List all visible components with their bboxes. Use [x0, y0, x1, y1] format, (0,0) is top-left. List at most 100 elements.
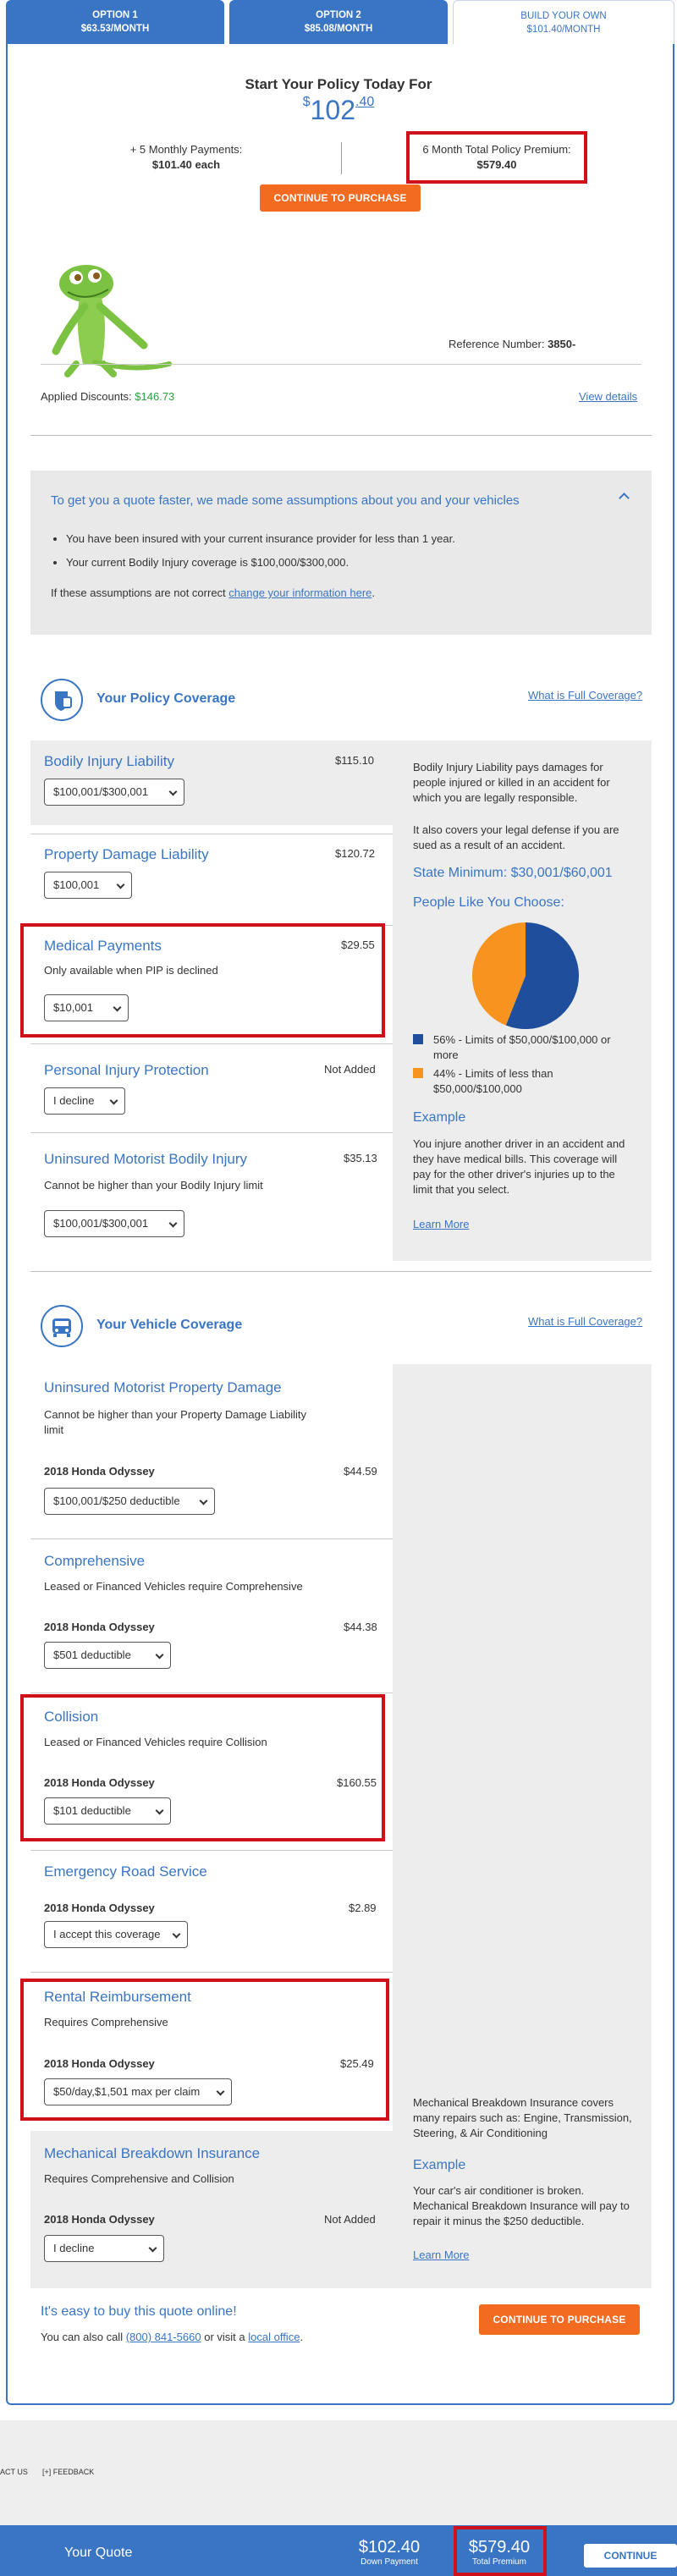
reference-label: Reference Number:	[449, 338, 545, 350]
feedback-link[interactable]: [+] FEEDBACK	[42, 2468, 94, 2476]
vehicle-coverage-heading: Your Vehicle Coverage	[96, 1318, 243, 1332]
collision-select[interactable]: $101 deductible	[44, 1797, 171, 1825]
contact-line: You can also call (800) 841-5660 or visi…	[41, 2330, 303, 2345]
assumptions-title: To get you a quote faster, we made some …	[51, 493, 520, 508]
chevron-down-icon	[148, 2243, 157, 2253]
monthly-payments: + 5 Monthly Payments: $101.40 each	[102, 142, 271, 173]
summary-heading: Start Your Policy Today For	[245, 76, 432, 92]
tab-build-your-own[interactable]: BUILD YOUR OWN $101.40/MONTH	[453, 0, 674, 44]
coverage-name: Personal Injury Protection	[44, 1062, 209, 1078]
tab-option-1[interactable]: OPTION 1 $63.53/MONTH	[6, 0, 224, 44]
assumptions-footer-text: If these assumptions are not correct	[51, 586, 229, 599]
coverage-note: Requires Comprehensive and Collision	[44, 2172, 234, 2185]
view-details-link[interactable]: View details	[579, 389, 637, 405]
total-premium-value: $579.40	[468, 2538, 531, 2557]
coverage-price: $25.49	[340, 2057, 374, 2070]
select-value: I decline	[53, 2242, 95, 2254]
umpd-select[interactable]: $100,001/$250 deductible	[44, 1488, 215, 1515]
local-office-link[interactable]: local office	[248, 2331, 300, 2343]
vehicle-car-icon	[41, 1305, 83, 1347]
learn-more-link[interactable]: Learn More	[413, 2248, 469, 2263]
contact-suffix: .	[300, 2331, 304, 2343]
vehicle-name: 2018 Honda Odyssey	[44, 2213, 155, 2226]
summary-divider	[341, 142, 342, 174]
pip-select[interactable]: I decline	[44, 1087, 125, 1115]
medical-payments-select[interactable]: $10,001	[44, 994, 129, 1021]
tab-option-2[interactable]: OPTION 2 $85.08/MONTH	[229, 0, 448, 44]
continue-to-purchase-button[interactable]: CONTINUE TO PURCHASE	[260, 184, 421, 212]
continue-button[interactable]: CONTINUE	[584, 2544, 677, 2568]
reference-number: Reference Number: 3850-	[449, 337, 575, 352]
select-value: $50/day,$1,501 max per claim	[53, 2085, 201, 2098]
select-value: $100,001/$250 deductible	[53, 1494, 180, 1507]
summary-rule	[41, 364, 641, 365]
policy-coverage-heading: Your Policy Coverage	[96, 691, 236, 706]
coverage-price: $35.13	[344, 1152, 377, 1164]
item-divider	[30, 1043, 393, 1044]
contact-us-link[interactable]: ACT US	[0, 2468, 28, 2476]
full-coverage-link[interactable]: What is Full Coverage?	[528, 688, 642, 703]
chevron-down-icon	[116, 880, 125, 889]
total-label: 6 Month Total Policy Premium:	[422, 143, 571, 156]
down-payment-price: $102.40	[296, 95, 381, 126]
coverage-note: Only available when PIP is declined	[44, 964, 218, 977]
continue-to-purchase-button-bottom[interactable]: CONTINUE TO PURCHASE	[479, 2304, 640, 2335]
policy-shield-icon	[41, 679, 83, 721]
coverage-price: $2.89	[349, 1902, 377, 1914]
vehicle-name: 2018 Honda Odyssey	[44, 1776, 155, 1789]
select-value: $501 deductible	[53, 1649, 131, 1661]
total-premium: 6 Month Total Policy Premium: $579.40	[412, 142, 581, 173]
tab-price: $85.08/MONTH	[304, 24, 373, 34]
assumption-item: Your current Bodily Injury coverage is $…	[66, 555, 625, 570]
quote-option-tabs: OPTION 1 $63.53/MONTH OPTION 2 $85.08/MO…	[6, 0, 674, 44]
coverage-note: Requires Comprehensive	[44, 2016, 168, 2028]
select-value: $10,001	[53, 1001, 93, 1014]
mechanical-description: Mechanical Breakdown Insurance covers ma…	[413, 2096, 632, 2139]
mechanical-select[interactable]: I decline	[44, 2235, 164, 2262]
total-premium-summary: $579.40 Total Premium	[464, 2538, 535, 2567]
monthly-value: $101.40 each	[151, 158, 221, 171]
coverage-price: $160.55	[337, 1776, 377, 1789]
learn-more-link[interactable]: Learn More	[413, 1217, 469, 1232]
contact-mid: or visit a	[201, 2331, 249, 2343]
people-choice-pie-chart	[472, 922, 579, 1029]
down-payment-summary: $102.40 Down Payment	[355, 2538, 423, 2567]
full-coverage-link[interactable]: What is Full Coverage?	[528, 1314, 642, 1329]
chevron-down-icon	[216, 2087, 225, 2096]
example-heading: Example	[413, 2158, 466, 2172]
comprehensive-select[interactable]: $501 deductible	[44, 1642, 171, 1669]
bodily-injury-select[interactable]: $100,001/$300,001	[44, 779, 184, 806]
change-information-link[interactable]: change your information here	[228, 586, 372, 599]
example-heading: Example	[413, 1110, 466, 1125]
item-divider	[30, 1132, 393, 1133]
select-value: $100,001	[53, 878, 100, 891]
coverage-note: Cannot be higher than your Bodily Injury…	[44, 1179, 263, 1192]
easy-to-buy-text: It's easy to buy this quote online!	[41, 2304, 237, 2319]
people-like-you-heading: People Like You Choose:	[413, 895, 564, 910]
total-premium-label: Total Premium	[472, 2557, 526, 2567]
chevron-down-icon	[113, 1003, 122, 1012]
coverage-price: $29.55	[341, 938, 375, 951]
coverage-name: Bodily Injury Liability	[44, 753, 175, 769]
coverage-name: Mechanical Breakdown Insurance	[44, 2145, 261, 2161]
phone-link[interactable]: (800) 841-5660	[126, 2331, 201, 2343]
chevron-down-icon	[168, 787, 178, 796]
legend-text: 56% - Limits of $50,000/$100,000 or more	[433, 1033, 611, 1061]
umbi-select[interactable]: $100,001/$300,001	[44, 1210, 184, 1237]
coverage-name: Comprehensive	[44, 1553, 146, 1569]
coverage-name: Emergency Road Service	[44, 1863, 207, 1880]
coverage-note: Leased or Financed Vehicles require Comp…	[44, 1580, 303, 1593]
chevron-down-icon	[109, 1096, 118, 1105]
select-value: I decline	[53, 1094, 95, 1107]
example-text: Your car's air conditioner is broken. Me…	[413, 2184, 630, 2227]
chevron-down-icon	[155, 1806, 164, 1815]
item-divider	[30, 1972, 393, 1973]
rental-select[interactable]: $50/day,$1,501 max per claim	[44, 2078, 232, 2105]
page-footer	[0, 2420, 677, 2525]
coverage-price: $115.10	[335, 754, 375, 767]
property-damage-select[interactable]: $100,001	[44, 872, 132, 899]
coverage-price: $120.72	[335, 847, 375, 860]
legend-swatch-orange	[413, 1068, 423, 1078]
emergency-road-select[interactable]: I accept this coverage	[44, 1921, 188, 1948]
down-payment-label: Down Payment	[361, 2557, 418, 2567]
